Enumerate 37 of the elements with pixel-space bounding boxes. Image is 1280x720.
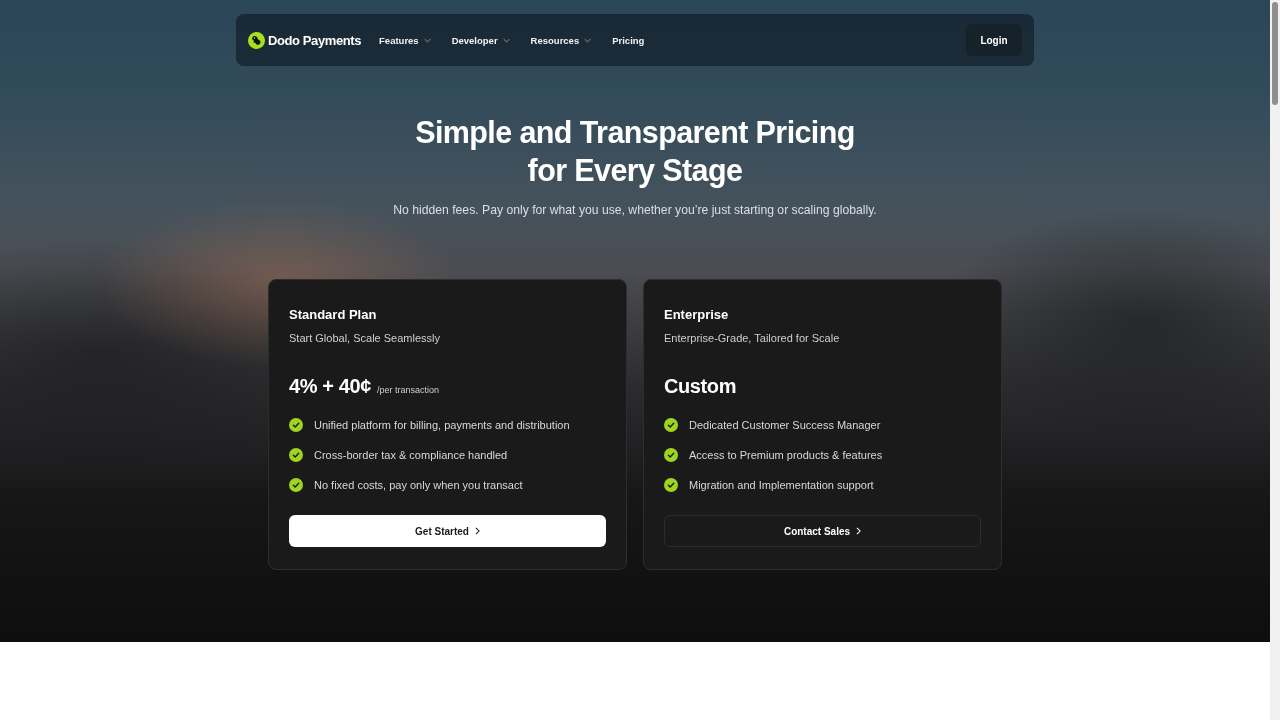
check-icon (664, 448, 678, 462)
plan-tagline: Start Global, Scale Seamlessly (289, 331, 441, 345)
logo-icon (248, 31, 265, 49)
check-icon (289, 478, 303, 492)
feature-text: Dedicated Customer Success Manager (689, 418, 881, 433)
plan-name: Enterprise (664, 306, 730, 324)
chevron-right-icon (474, 527, 480, 535)
feature-text: Migration and Implementation support (689, 478, 874, 493)
scrollbar-thumb[interactable] (1272, 2, 1278, 105)
check-icon (289, 418, 303, 432)
plan-price: Custom (664, 374, 737, 398)
feature-text: Cross-border tax & compliance handled (314, 448, 508, 463)
login-button[interactable]: Login (966, 24, 1022, 56)
chevron-down-icon (423, 37, 431, 43)
feature-text: No fixed costs, pay only when you transact (314, 478, 523, 493)
chevron-down-icon (502, 37, 510, 43)
check-icon (664, 478, 678, 492)
scrollbar[interactable] (1270, 0, 1280, 720)
plan-tagline: Enterprise-Grade, Tailored for Scale (664, 331, 841, 345)
price-unit: /per transaction (376, 385, 439, 395)
feature-text: Unified platform for billing, payments and distribution (314, 418, 570, 433)
contact-sales-button[interactable]: Contact Sales (664, 515, 981, 547)
check-icon (289, 448, 303, 462)
plan-name: Standard Plan (289, 306, 378, 324)
nav-link[interactable]: Pricing (612, 34, 645, 46)
get-started-button[interactable]: Get Started (289, 515, 606, 547)
feature-text: Access to Premium products & features (689, 448, 883, 463)
page-heading: Simple and Transparent Pricing for Every Stage (415, 114, 855, 189)
nav-link[interactable]: Developer (451, 34, 510, 46)
check-icon (664, 418, 678, 432)
nav-link[interactable]: Features (379, 34, 431, 46)
logo-link[interactable]: Dodo Payments (248, 31, 362, 49)
chevron-right-icon (856, 527, 862, 535)
plan-price: 4% + 40¢ (289, 374, 371, 398)
chevron-down-icon (584, 37, 592, 43)
nav-link[interactable]: Resources (530, 34, 592, 46)
page-subtitle: No hidden fees. Pay only for what you use, whether you’re just starting or scaling globally. (393, 202, 877, 218)
